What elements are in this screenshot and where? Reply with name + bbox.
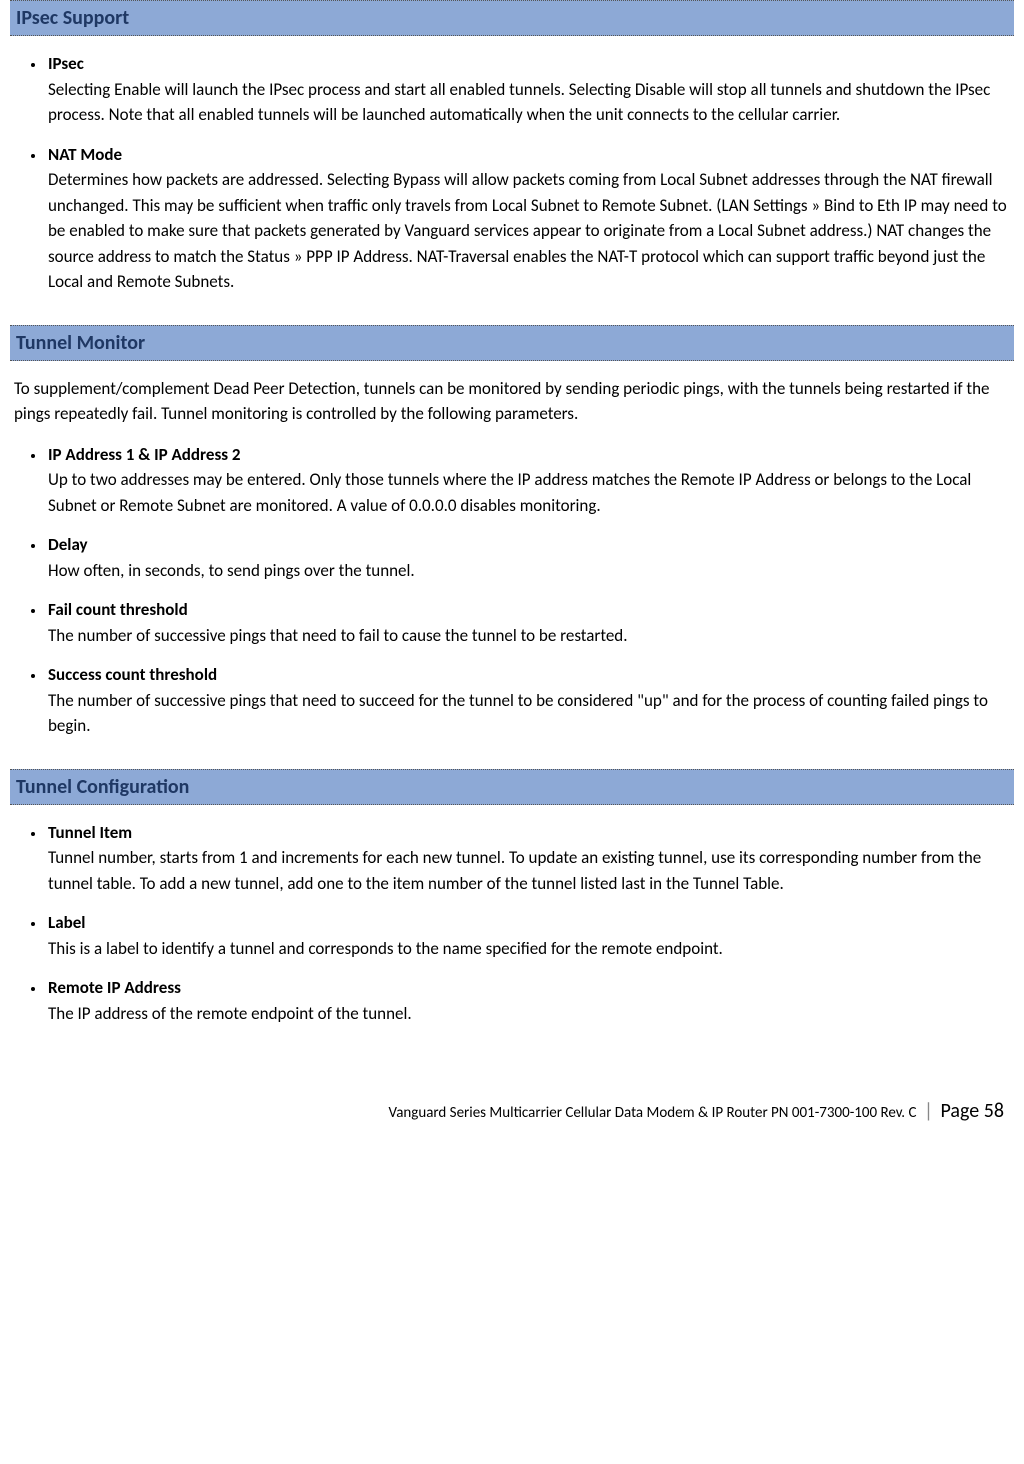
list-item: Remote IP Address The IP address of the … — [46, 975, 1014, 1026]
description: This is a label to identify a tunnel and… — [48, 936, 1014, 962]
list-item: IPsec Selecting Enable will launch the I… — [46, 51, 1014, 128]
term: Label — [48, 910, 1014, 936]
definition-list: Tunnel Item Tunnel number, starts from 1… — [10, 820, 1014, 1027]
list-item: Tunnel Item Tunnel number, starts from 1… — [46, 820, 1014, 897]
term: Tunnel Item — [48, 820, 1014, 846]
footer-doc-title: Vanguard Series Multicarrier Cellular Da… — [389, 1104, 917, 1122]
description: Determines how packets are addressed. Se… — [48, 167, 1014, 295]
description: Up to two addresses may be entered. Only… — [48, 467, 1014, 518]
definition-list: IPsec Selecting Enable will launch the I… — [10, 51, 1014, 295]
term: Delay — [48, 532, 1014, 558]
term: NAT Mode — [48, 142, 1014, 168]
footer-page-number: Page 58 — [941, 1099, 1004, 1123]
list-item: Label This is a label to identify a tunn… — [46, 910, 1014, 961]
description: The IP address of the remote endpoint of… — [48, 1001, 1014, 1027]
term: Remote IP Address — [48, 975, 1014, 1001]
footer-separator: | — [924, 1099, 933, 1123]
description: How often, in seconds, to send pings ove… — [48, 558, 1014, 584]
description: Tunnel number, starts from 1 and increme… — [48, 845, 1014, 896]
description: The number of successive pings that need… — [48, 623, 1014, 649]
term: Success count threshold — [48, 662, 1014, 688]
description: Selecting Enable will launch the IPsec p… — [48, 77, 1014, 128]
section-header-tunnel-configuration: Tunnel Configuration — [10, 769, 1014, 805]
list-item: Fail count threshold The number of succe… — [46, 597, 1014, 648]
list-item: NAT Mode Determines how packets are addr… — [46, 142, 1014, 295]
list-item: IP Address 1 & IP Address 2 Up to two ad… — [46, 442, 1014, 519]
list-item: Success count threshold The number of su… — [46, 662, 1014, 739]
term: IPsec — [48, 51, 1014, 77]
page-footer: Vanguard Series Multicarrier Cellular Da… — [10, 1096, 1014, 1126]
list-item: Delay How often, in seconds, to send pin… — [46, 532, 1014, 583]
term: Fail count threshold — [48, 597, 1014, 623]
definition-list: IP Address 1 & IP Address 2 Up to two ad… — [10, 442, 1014, 739]
description: The number of successive pings that need… — [48, 688, 1014, 739]
term: IP Address 1 & IP Address 2 — [48, 442, 1014, 468]
section-header-tunnel-monitor: Tunnel Monitor — [10, 325, 1014, 361]
section-header-ipsec-support: IPsec Support — [10, 0, 1014, 36]
section-intro: To supplement/complement Dead Peer Detec… — [10, 376, 1014, 427]
document-page: IPsec Support IPsec Selecting Enable wil… — [0, 0, 1024, 1146]
